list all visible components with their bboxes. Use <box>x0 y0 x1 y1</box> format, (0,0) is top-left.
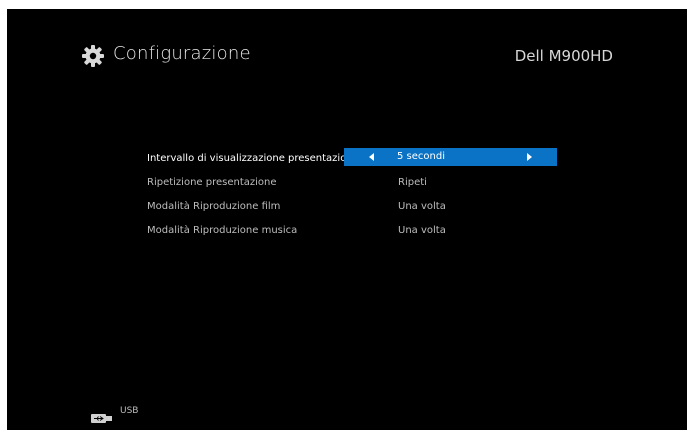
arrow-left-icon[interactable] <box>369 153 374 161</box>
menu-item-value: Una volta <box>398 201 446 212</box>
header: Configurazione Dell M900HD <box>7 9 687 89</box>
menu-item-movie-play-mode[interactable]: Modalità Riproduzione film Una volta <box>141 195 561 219</box>
arrow-right-icon[interactable] <box>527 153 532 161</box>
menu-item-label: Modalità Riproduzione film <box>147 201 281 212</box>
page-title: Configurazione <box>113 43 251 64</box>
menu-item-value: Ripeti <box>398 177 427 188</box>
device-name: Dell M900HD <box>514 47 613 65</box>
menu-item-label: Intervallo di visualizzazione presentazi… <box>147 153 359 164</box>
menu-item-music-play-mode[interactable]: Modalità Riproduzione musica Una volta <box>141 219 561 243</box>
menu-item-value: Una volta <box>398 225 446 236</box>
osd-screen: Configurazione Dell M900HD Intervallo di… <box>7 9 687 430</box>
menu-item-slideshow-interval[interactable]: Intervallo di visualizzazione presentazi… <box>141 147 561 171</box>
menu-item-label: Modalità Riproduzione musica <box>147 225 298 236</box>
gear-icon <box>81 44 105 68</box>
source-label: USB <box>120 406 139 416</box>
menu-item-value: 5 secondi <box>397 151 445 162</box>
value-selector[interactable]: 5 secondi <box>344 148 557 166</box>
menu-item-slideshow-repeat[interactable]: Ripetizione presentazione Ripeti <box>141 171 561 195</box>
usb-icon <box>91 408 113 423</box>
menu-item-label: Ripetizione presentazione <box>147 177 277 188</box>
settings-menu: Intervallo di visualizzazione presentazi… <box>141 147 561 243</box>
